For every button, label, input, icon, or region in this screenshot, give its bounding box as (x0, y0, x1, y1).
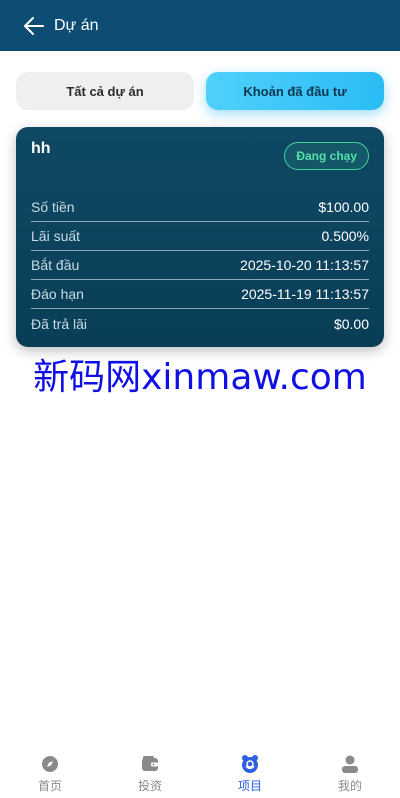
wallet-icon (140, 754, 160, 774)
nav-label: 我的 (337, 779, 362, 793)
arrow-left-icon (22, 14, 46, 38)
tab-bar: Tất cả dự án Khoản đã đầu tư (16, 72, 384, 110)
tab-invested[interactable]: Khoản đã đầu tư (206, 72, 384, 110)
row-label: Bắt đầu (31, 257, 80, 273)
tab-all-projects[interactable]: Tất cả dự án (16, 72, 194, 110)
row-amount: Số tiền $100.00 (31, 193, 369, 222)
nav-item-profile[interactable]: 我的 (300, 748, 400, 798)
back-button[interactable] (22, 14, 46, 38)
row-label: Lãi suất (31, 228, 81, 244)
status-badge: Đang chạy (284, 142, 369, 170)
nav-item-invest[interactable]: 投资 (100, 748, 200, 798)
nav-item-project[interactable]: 项目 (200, 748, 300, 798)
nav-item-home[interactable]: 首页 (0, 748, 100, 798)
investment-card[interactable]: hh Đang chạy Số tiền $100.00 Lãi suất 0.… (16, 127, 384, 347)
row-interest-rate: Lãi suất 0.500% (31, 222, 369, 251)
row-maturity-date: Đáo hạn 2025-11-19 11:13:57 (31, 280, 369, 309)
watermark-text: 新码网xinmaw.com (33, 357, 367, 398)
row-value: 2025-11-19 11:13:57 (241, 286, 369, 302)
nav-label: 项目 (237, 779, 262, 793)
row-value: $0.00 (333, 315, 369, 332)
row-value: 2025-10-20 11:13:57 (240, 257, 369, 273)
card-header: hh Đang chạy (31, 127, 369, 193)
project-name: hh (31, 140, 51, 157)
row-value: 0.500% (321, 228, 369, 244)
row-value: $100.00 (318, 199, 369, 215)
row-start-date: Bắt đầu 2025-10-20 11:13:57 (31, 251, 369, 280)
compass-icon (40, 754, 60, 774)
row-label: Số tiền (31, 199, 75, 215)
row-label: Đáo hạn (31, 286, 84, 302)
user-icon (340, 754, 360, 774)
project-icon (240, 754, 260, 774)
row-label: Đã trả lãi (31, 315, 88, 332)
app-root: Dự án Tất cả dự án Khoản đã đầu tư hh Đa… (0, 0, 400, 798)
header-bar: Dự án (0, 0, 400, 51)
nav-label: 首页 (37, 779, 62, 793)
nav-label: 投资 (137, 779, 162, 793)
row-interest-paid: Đã trả lãi $0.00 (31, 309, 369, 338)
bottom-nav: 首页 投资 项目 我的 (0, 748, 400, 798)
page-title: Dự án (54, 16, 99, 34)
